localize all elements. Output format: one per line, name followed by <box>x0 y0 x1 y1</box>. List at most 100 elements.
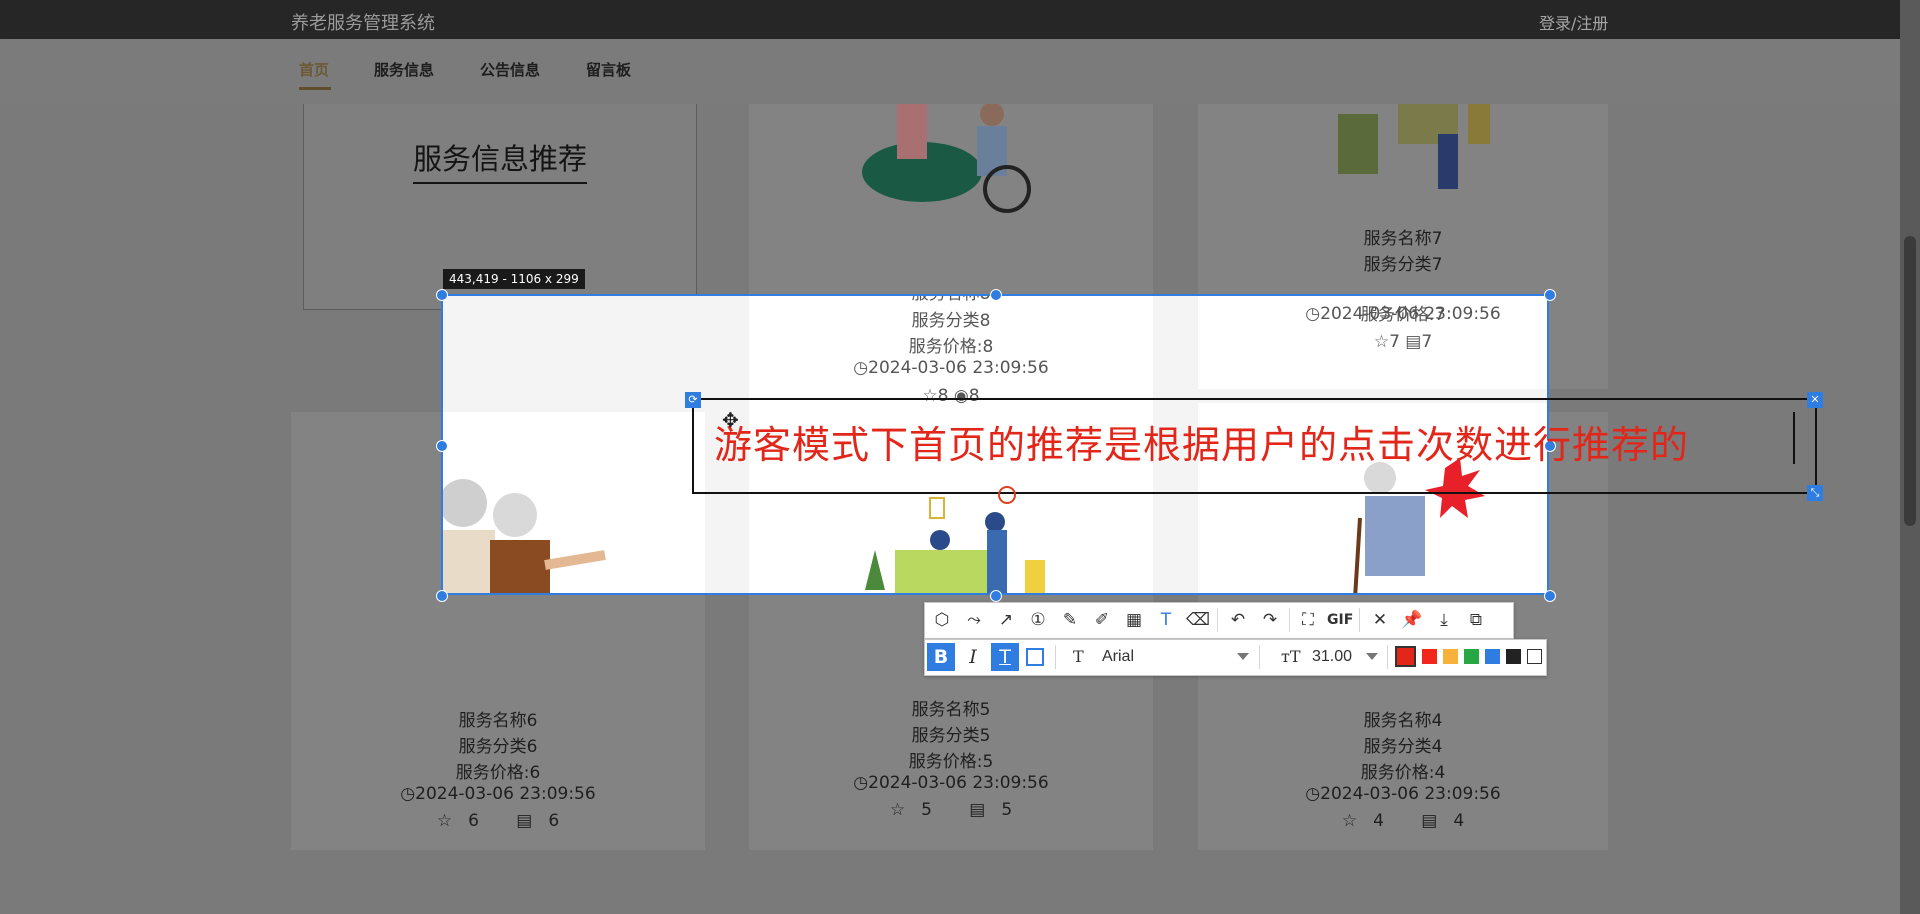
service-time: 2024-03-06 23:09:56 <box>1320 784 1501 804</box>
background-color-toggle[interactable] <box>1026 648 1044 666</box>
star-icon: ☆ <box>1373 332 1390 352</box>
system-title: 养老服务管理系统 <box>291 13 435 34</box>
color-orange[interactable] <box>1443 649 1458 664</box>
service-time: 2024-03-06 23:09:56 <box>415 784 596 804</box>
login-register-link[interactable]: 登录/注册 <box>1539 10 1608 34</box>
nav-active-underline <box>299 87 331 90</box>
font-family-dropdown-icon[interactable] <box>1237 653 1249 660</box>
copy-icon[interactable]: ⧉ <box>1463 607 1489 633</box>
service-price: 服务价格:5 <box>908 752 994 772</box>
color-blue[interactable] <box>1485 649 1500 664</box>
service-name: 服务名称6 <box>458 711 538 731</box>
clock-icon: ◷ <box>853 773 869 793</box>
service-time: 2024-03-06 23:09:56 <box>868 358 1049 378</box>
nav-home[interactable]: 首页 <box>299 59 329 80</box>
resize-handle-ne[interactable] <box>1544 289 1556 301</box>
views-icon: ▤ <box>1421 811 1438 831</box>
curve-icon[interactable]: ⤳ <box>961 607 987 633</box>
views-icon: ▤ <box>969 800 986 820</box>
main-nav: 首页 服务信息 公告信息 留言板 <box>0 39 1900 104</box>
service-category: 服务分类5 <box>911 726 991 746</box>
star-icon: ☆ <box>436 811 453 831</box>
clock-icon: ◷ <box>1305 784 1321 804</box>
download-icon[interactable]: ⤓ <box>1431 607 1457 633</box>
resize-annotation-icon[interactable]: ⤡ <box>1807 485 1823 501</box>
text-style-toolbar: B I T T Arial ᴛT 31.00 <box>924 639 1547 676</box>
text-cursor <box>1793 412 1795 464</box>
color-black[interactable] <box>1506 649 1521 664</box>
current-color-swatch[interactable] <box>1395 646 1416 667</box>
shape-icon[interactable]: ⬡ <box>929 607 955 633</box>
text-annotation-box[interactable]: 游客模式下首页的推荐是根据用户的点击次数进行推荐的 <box>692 398 1815 494</box>
arrow-icon[interactable]: ↗ <box>993 607 1019 633</box>
service-image-8 <box>862 104 1031 213</box>
nav-message-board[interactable]: 留言板 <box>586 59 631 80</box>
pin-icon[interactable]: 📌 <box>1399 607 1425 633</box>
rotate-icon[interactable]: ⟳ <box>685 392 701 408</box>
marker-icon[interactable]: ✐ <box>1089 607 1115 633</box>
favorite-count: 4 <box>1373 811 1384 831</box>
pen-icon[interactable]: ✎ <box>1057 607 1083 633</box>
service-name: 服务名称7 <box>1363 229 1443 249</box>
ocr-icon[interactable]: ⛶ <box>1295 607 1321 633</box>
service-category: 服务分类4 <box>1363 737 1443 757</box>
font-size-icon: ᴛT <box>1281 647 1301 666</box>
view-count: 6 <box>548 811 560 831</box>
capture-toolbar: ⬡ ⤳ ↗ ① ✎ ✐ ▦ T ⌫ ↶ ↷ ⛶ GIF ✕ 📌 ⤓ ⧉ <box>924 602 1514 639</box>
text-box-right-edge <box>1815 398 1817 494</box>
close-icon[interactable]: ✕ <box>1367 607 1393 633</box>
outline-text-button[interactable]: T <box>991 643 1019 671</box>
font-size-dropdown-icon[interactable] <box>1366 653 1378 660</box>
view-count: 7 <box>1421 332 1433 352</box>
nav-service-info[interactable]: 服务信息 <box>374 59 434 80</box>
italic-button[interactable]: I <box>959 643 987 671</box>
font-size-select[interactable]: 31.00 <box>1312 643 1352 671</box>
move-cursor-icon: ✥ <box>722 408 739 432</box>
bold-button[interactable]: B <box>927 643 955 671</box>
resize-handle-se[interactable] <box>1544 590 1556 602</box>
color-white[interactable] <box>1527 649 1542 664</box>
clock-icon: ◷ <box>853 358 869 378</box>
service-price: 服务价格:4 <box>1360 763 1446 783</box>
star-icon: ☆ <box>889 800 906 820</box>
close-annotation-icon[interactable]: ✕ <box>1807 392 1823 408</box>
nav-notice-info[interactable]: 公告信息 <box>480 59 540 80</box>
resize-handle-nw[interactable] <box>436 289 448 301</box>
eraser-icon[interactable]: ⌫ <box>1185 607 1211 633</box>
annotation-text[interactable]: 游客模式下首页的推荐是根据用户的点击次数进行推荐的 <box>714 414 1689 469</box>
service-category: 服务分类6 <box>458 737 538 757</box>
resize-handle-sw[interactable] <box>436 590 448 602</box>
redo-icon[interactable]: ↷ <box>1257 607 1283 633</box>
gif-button[interactable]: GIF <box>1327 607 1353 633</box>
views-icon: ▤ <box>1405 332 1422 352</box>
service-price: 服务价格:8 <box>908 337 994 357</box>
font-type-icon: T <box>1073 647 1084 666</box>
color-green[interactable] <box>1464 649 1479 664</box>
resize-handle-s[interactable] <box>990 590 1002 602</box>
color-red[interactable] <box>1422 649 1437 664</box>
resize-handle-w[interactable] <box>436 440 448 452</box>
service-image-7 <box>1338 104 1490 189</box>
text-icon[interactable]: T <box>1153 607 1179 633</box>
service-name: 服务名称5 <box>911 700 991 720</box>
number-marker-icon[interactable]: ① <box>1025 607 1051 633</box>
service-category: 服务分类7 <box>1363 255 1443 275</box>
service-name: 服务名称4 <box>1363 711 1443 731</box>
font-family-select[interactable]: Arial <box>1102 643 1134 671</box>
elderly-couple-image <box>443 479 606 593</box>
top-bar: 养老服务管理系统 登录/注册 <box>0 0 1920 39</box>
favorite-count: 7 <box>1389 332 1400 352</box>
mosaic-icon[interactable]: ▦ <box>1121 607 1147 633</box>
star-icon: ☆ <box>1341 811 1358 831</box>
page-scrollbar-thumb[interactable] <box>1904 236 1916 526</box>
view-count: 4 <box>1453 811 1465 831</box>
service-price: 服务价格:6 <box>455 763 541 783</box>
service-category: 服务分类8 <box>911 311 991 331</box>
resize-handle-n[interactable] <box>990 289 1002 301</box>
views-icon: ▤ <box>516 811 533 831</box>
recommend-title: 服务信息推荐 <box>413 136 588 184</box>
rotate-handle[interactable] <box>998 486 1016 504</box>
clock-icon: ◷ <box>1305 304 1321 324</box>
favorite-count: 5 <box>921 800 932 820</box>
undo-icon[interactable]: ↶ <box>1225 607 1251 633</box>
